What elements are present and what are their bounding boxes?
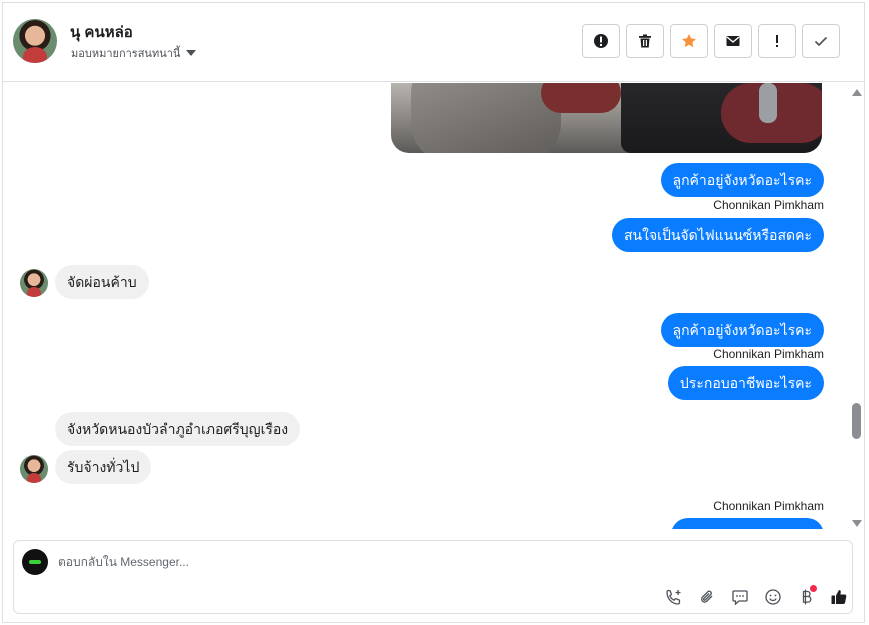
thumbs-up-icon bbox=[831, 590, 847, 604]
sender-name: Chonnikan Pimkham bbox=[713, 347, 824, 361]
sender-name: Chonnikan Pimkham bbox=[713, 499, 824, 513]
reply-composer bbox=[13, 540, 853, 614]
sender-name: Chonnikan Pimkham bbox=[713, 198, 824, 212]
smiley-icon bbox=[765, 589, 781, 605]
outgoing-message[interactable]: ลูกค้าอยู่จังหวัดอะไรคะ bbox=[660, 163, 824, 197]
mark-done-button[interactable] bbox=[802, 24, 840, 58]
exclamation-icon bbox=[776, 35, 778, 47]
like-button[interactable] bbox=[827, 585, 851, 609]
contact-avatar-small[interactable] bbox=[20, 455, 48, 483]
paperclip-icon bbox=[701, 590, 713, 603]
caret-down-icon bbox=[186, 50, 197, 56]
phone-plus-icon bbox=[666, 589, 681, 605]
emoji-button[interactable] bbox=[761, 585, 785, 609]
outgoing-message-partial[interactable] bbox=[671, 518, 824, 529]
composer-tools bbox=[662, 585, 851, 609]
assign-label: มอบหมายการสนทนานี้ bbox=[71, 48, 181, 60]
scroll-up-icon[interactable] bbox=[852, 89, 862, 96]
alert-circle-icon bbox=[594, 34, 608, 48]
conversation-header: นุ คนหล่อ มอบหมายการสนทนานี้ bbox=[3, 3, 864, 82]
incoming-message[interactable]: จัดผ่อนค้าบ bbox=[55, 265, 149, 299]
trash-icon bbox=[639, 34, 651, 48]
call-button[interactable] bbox=[662, 585, 686, 609]
mark-unread-button[interactable] bbox=[714, 24, 752, 58]
star-icon bbox=[682, 34, 696, 48]
scroll-down-icon[interactable] bbox=[852, 520, 862, 527]
outgoing-message[interactable]: ประกอบอาชีพอะไรคะ bbox=[667, 366, 824, 400]
photo-gear-shift bbox=[759, 83, 777, 123]
chat-bubble-icon bbox=[732, 590, 748, 606]
notification-dot bbox=[810, 585, 817, 592]
saved-replies-button[interactable] bbox=[728, 585, 752, 609]
scrollbar-thumb[interactable] bbox=[852, 403, 861, 439]
contact-avatar-small[interactable] bbox=[20, 269, 48, 297]
envelope-icon bbox=[726, 36, 740, 46]
attach-button[interactable] bbox=[695, 585, 719, 609]
checkmark-icon bbox=[814, 36, 828, 47]
thread-scrollbar[interactable] bbox=[849, 83, 864, 529]
incoming-message[interactable]: รับจ้างทั่วไป bbox=[55, 450, 152, 484]
outgoing-message[interactable]: สนใจเป็นจัดไฟแนนซ์หรือสดคะ bbox=[612, 218, 824, 252]
photo-seat-red bbox=[541, 83, 621, 113]
message-thread[interactable]: ลูกค้าอยู่จังหวัดอะไรคะ Chonnikan Pimkha… bbox=[3, 83, 851, 529]
incoming-message[interactable]: จังหวัดหนองบัวลำภูอำเภอศรีบุญเรือง bbox=[55, 412, 301, 446]
reply-input[interactable] bbox=[58, 555, 758, 569]
conversation-panel: นุ คนหล่อ มอบหมายการสนทนานี้ ลูกค้าอยู่จ… bbox=[2, 2, 865, 623]
photo-seat-left bbox=[411, 83, 561, 153]
follow-up-button[interactable] bbox=[758, 24, 796, 58]
page-avatar bbox=[22, 549, 48, 575]
outgoing-message[interactable]: ลูกค้าอยู่จังหวัดอะไรคะ bbox=[660, 313, 824, 347]
assign-conversation-dropdown[interactable]: มอบหมายการสนทนานี้ bbox=[71, 44, 197, 62]
star-button[interactable] bbox=[670, 24, 708, 58]
header-actions bbox=[582, 24, 840, 58]
contact-avatar[interactable] bbox=[13, 19, 57, 63]
car-interior-photo[interactable] bbox=[391, 83, 822, 153]
contact-name[interactable]: นุ คนหล่อ bbox=[70, 20, 133, 44]
delete-button[interactable] bbox=[626, 24, 664, 58]
mark-spam-button[interactable] bbox=[582, 24, 620, 58]
payment-button[interactable] bbox=[794, 585, 818, 609]
